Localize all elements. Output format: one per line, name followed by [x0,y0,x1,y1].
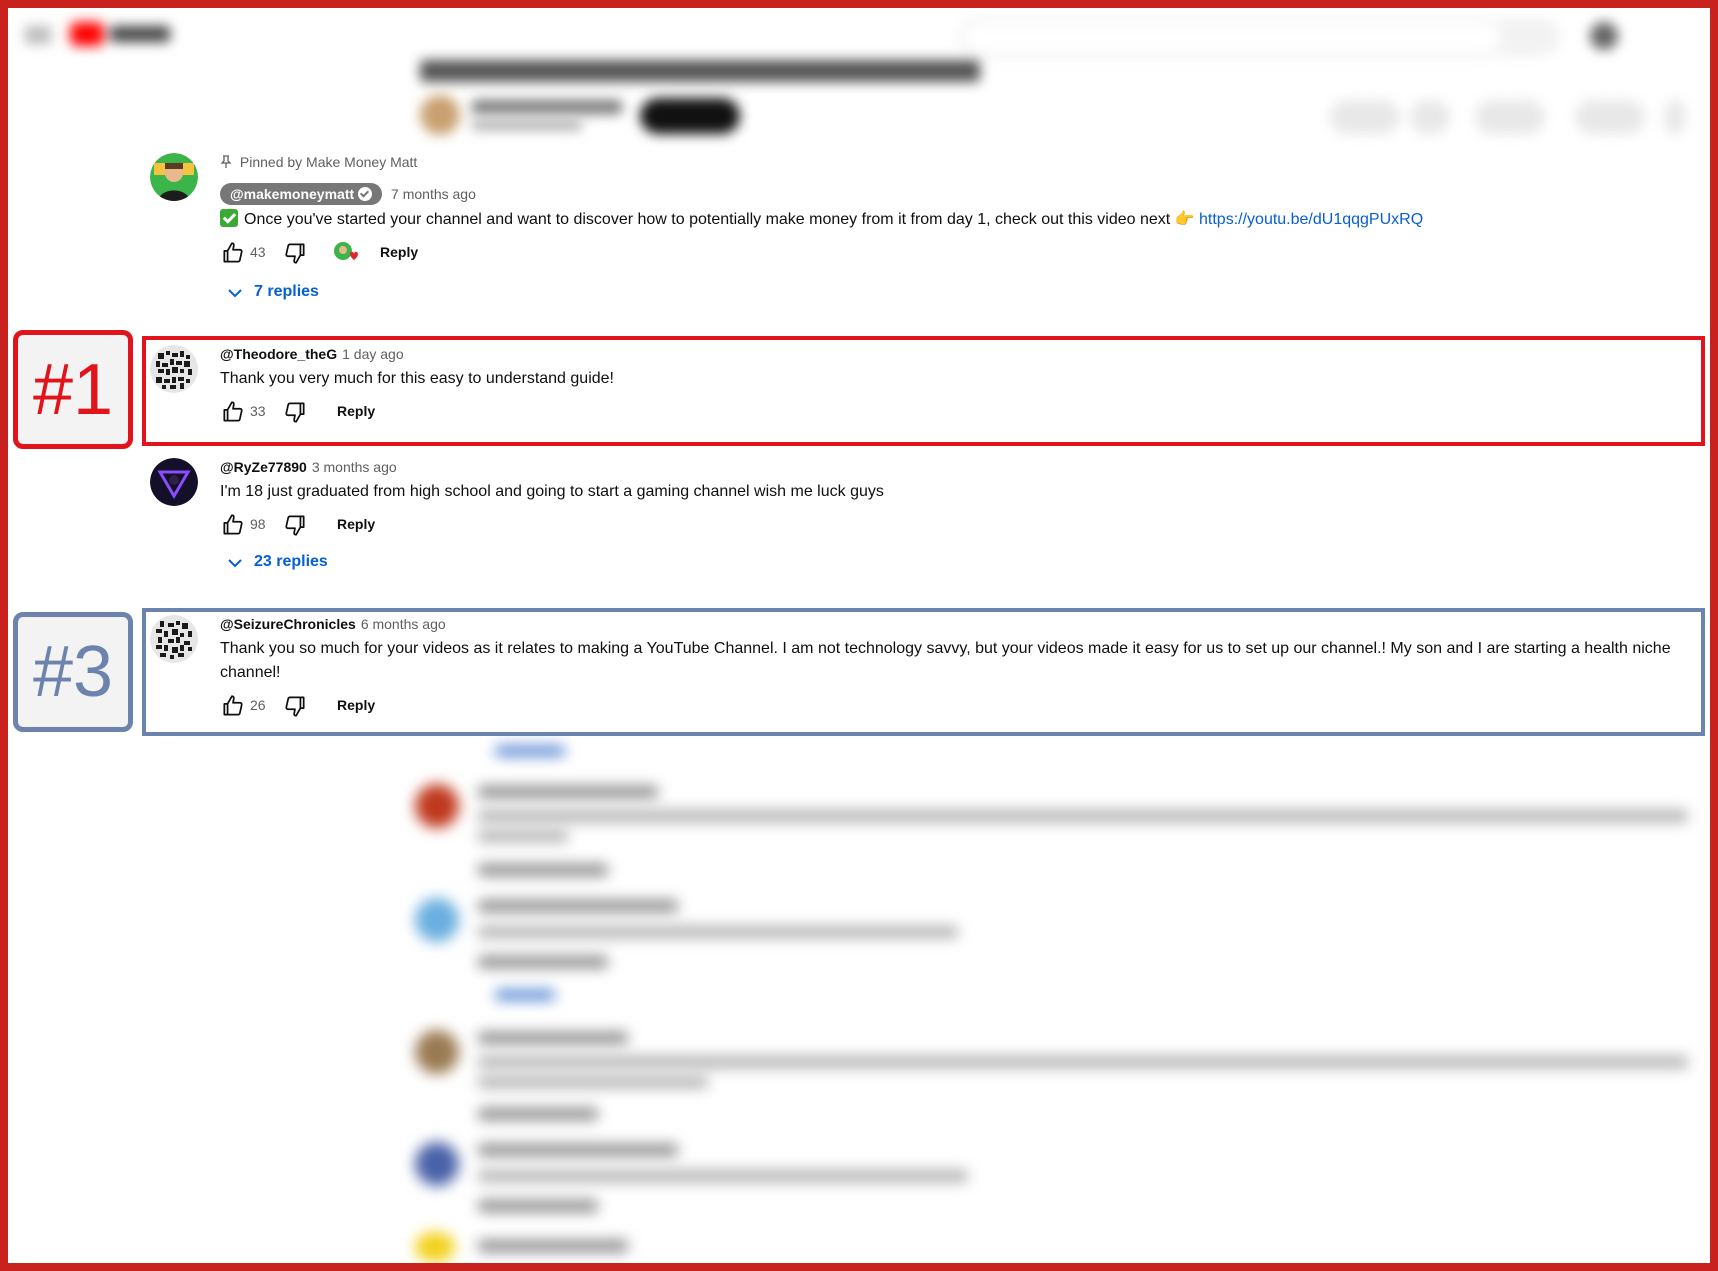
dislike-video-button[interactable] [1410,100,1450,134]
comment-text-body: Once you've started your channel and wan… [244,211,1200,228]
check-emoji-icon [220,209,238,227]
thumbs-up-icon[interactable] [220,240,246,266]
subscriber-count [472,120,582,130]
avatar[interactable] [150,153,198,201]
blurred-replies-link[interactable] [495,990,555,1000]
highlight-box-1 [142,336,1705,446]
comment-text: Once you've started your channel and wan… [220,208,1690,232]
avatar-image [150,153,198,201]
replies-toggle[interactable]: 7 replies [220,282,1690,308]
author-badge[interactable]: @makemoneymatt [220,183,383,205]
blurred-avatar[interactable] [415,784,459,828]
blurred-text [478,1056,1688,1068]
menu-icon[interactable] [25,26,51,44]
blurred-author[interactable] [478,1032,628,1044]
blurred-actions[interactable] [478,1200,598,1212]
reply-button[interactable]: Reply [337,516,375,532]
channel-avatar[interactable] [420,95,460,135]
replies-toggle[interactable]: 23 replies [220,552,1690,578]
blurred-author[interactable] [478,1144,678,1156]
search-input[interactable] [960,18,1504,56]
blurred-text [478,1170,968,1182]
blurred-actions[interactable] [478,956,608,968]
channel-name[interactable] [472,100,622,114]
thumbs-down-icon[interactable] [282,512,308,538]
search-button[interactable] [1500,18,1560,56]
pinned-label: Pinned by Make Money Matt [239,154,418,170]
pin-icon [220,154,240,170]
like-video-button[interactable] [1330,100,1400,134]
comment-actions: 43 Reply [220,238,1690,268]
top-bar [20,12,1700,62]
replies-count: 7 replies [254,283,319,300]
avatar[interactable] [150,458,198,506]
thumbs-up-icon[interactable] [220,512,246,538]
annotation-tag-3: #3 [13,612,133,732]
like-count: 98 [250,516,266,532]
pinned-label-row: Pinned by Make Money Matt [220,153,1690,171]
comment-link[interactable]: https://youtu.be/dU1qqgPUxRQ [1199,211,1423,228]
comment-actions: 98 Reply [220,510,1690,540]
blurred-avatar[interactable] [415,898,459,942]
creator-heart-icon [332,240,360,266]
blurred-author[interactable] [478,786,658,798]
comment-time[interactable]: 3 months ago [312,459,397,475]
blurred-avatar[interactable] [415,1030,459,1074]
verified-icon [358,187,373,201]
blurred-author[interactable] [478,1240,628,1252]
blurred-text [478,830,568,842]
blurred-text [478,1076,708,1088]
blurred-actions[interactable] [478,1108,598,1120]
replies-count: 23 replies [254,553,328,570]
author-name[interactable]: @RyZe77890 [220,459,307,475]
highlight-box-3 [142,608,1705,736]
like-count: 43 [250,244,266,260]
chevron-down-icon [226,284,244,302]
video-title [420,60,980,82]
more-actions-button[interactable] [1665,100,1685,134]
blurred-replies-link[interactable] [495,746,565,756]
thumbs-down-icon[interactable] [282,240,308,266]
blurred-avatar[interactable] [415,1232,455,1262]
annotation-tag-1: #1 [13,330,133,449]
save-button[interactable] [1575,100,1645,134]
youtube-logo[interactable] [70,20,170,48]
comment-text: I'm 18 just graduated from high school a… [220,483,884,500]
author-name: @makemoneymatt [230,186,355,202]
blurred-author[interactable] [478,900,678,912]
blurred-actions[interactable] [478,864,608,876]
comment-time[interactable]: 7 months ago [391,186,476,202]
account-avatar[interactable] [1590,22,1618,50]
reply-button[interactable]: Reply [380,244,418,260]
share-button[interactable] [1475,100,1545,134]
chevron-down-icon [226,554,244,572]
blurred-text [478,810,1688,822]
blurred-avatar[interactable] [415,1142,459,1186]
subscribe-button[interactable] [640,98,740,134]
avatar-image [150,458,198,506]
blurred-text [478,926,958,938]
